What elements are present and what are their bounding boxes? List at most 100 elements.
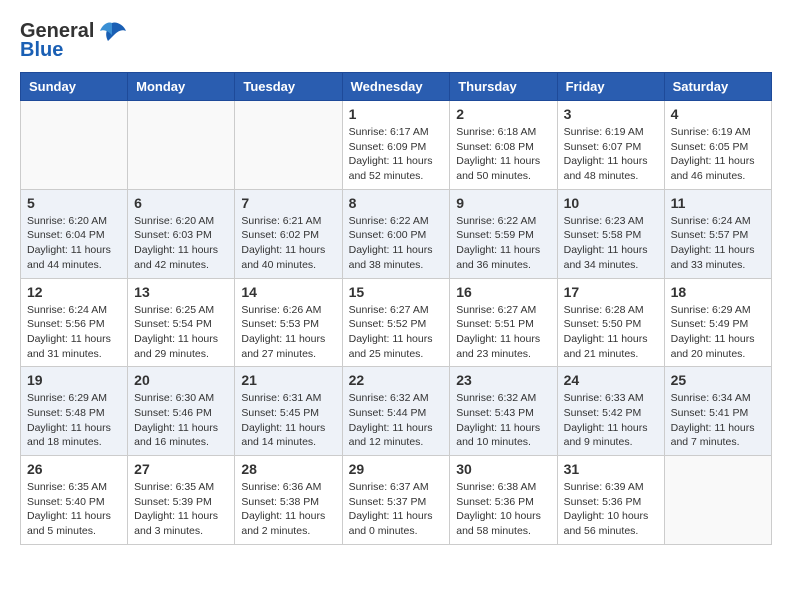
day-number: 5 xyxy=(27,195,121,211)
calendar-day-3: 3Sunrise: 6:19 AM Sunset: 6:07 PM Daylig… xyxy=(557,101,664,190)
day-number: 24 xyxy=(564,372,658,388)
day-info: Sunrise: 6:20 AM Sunset: 6:03 PM Dayligh… xyxy=(134,214,228,273)
calendar-empty-cell xyxy=(128,101,235,190)
day-number: 10 xyxy=(564,195,658,211)
day-info: Sunrise: 6:22 AM Sunset: 5:59 PM Dayligh… xyxy=(456,214,550,273)
calendar-day-11: 11 Sunrise: 6:24 AM Sunset: 5:57 PM Dayli… xyxy=(664,189,771,278)
day-info: Sunrise: 6:20 AM Sunset: 6:04 PM Dayligh… xyxy=(27,214,121,273)
calendar-empty-cell xyxy=(21,101,128,190)
day-of-week-thursday: Thursday xyxy=(450,73,557,101)
calendar-day-30: 30Sunrise: 6:38 AM Sunset: 5:36 PM Dayli… xyxy=(450,456,557,545)
day-info: Sunrise: 6:24 AM Sunset: 5:57 PM Dayligh… xyxy=(671,214,765,273)
day-info: Sunrise: 6:34 AM Sunset: 5:41 PM Dayligh… xyxy=(671,391,765,450)
day-info: Sunrise: 6:19 AM Sunset: 6:07 PM Dayligh… xyxy=(564,125,658,184)
day-info: Sunrise: 6:27 AM Sunset: 5:51 PM Dayligh… xyxy=(456,303,550,362)
calendar-day-8: 8 Sunrise: 6:22 AM Sunset: 6:00 PM Daylig… xyxy=(342,189,450,278)
calendar-day-27: 27 Sunrise: 6:35 AM Sunset: 5:39 PM Dayli… xyxy=(128,456,235,545)
calendar-day-15: 15 Sunrise: 6:27 AM Sunset: 5:52 PM Dayli… xyxy=(342,278,450,367)
day-number: 21 xyxy=(241,372,335,388)
calendar-day-2: 2Sunrise: 6:18 AM Sunset: 6:08 PM Daylig… xyxy=(450,101,557,190)
calendar-day-28: 28Sunrise: 6:36 AM Sunset: 5:38 PM Dayli… xyxy=(235,456,342,545)
day-info: Sunrise: 6:22 AM Sunset: 6:00 PM Dayligh… xyxy=(349,214,444,273)
day-number: 6 xyxy=(134,195,228,211)
day-number: 18 xyxy=(671,284,765,300)
day-of-week-monday: Monday xyxy=(128,73,235,101)
day-info: Sunrise: 6:28 AM Sunset: 5:50 PM Dayligh… xyxy=(564,303,658,362)
day-number: 8 xyxy=(349,195,444,211)
day-info: Sunrise: 6:31 AM Sunset: 5:45 PM Dayligh… xyxy=(241,391,335,450)
day-info: Sunrise: 6:29 AM Sunset: 5:48 PM Dayligh… xyxy=(27,391,121,450)
calendar-day-7: 7 Sunrise: 6:21 AM Sunset: 6:02 PM Daylig… xyxy=(235,189,342,278)
calendar-empty-cell xyxy=(235,101,342,190)
day-number: 9 xyxy=(456,195,550,211)
day-number: 30 xyxy=(456,461,550,477)
day-info: Sunrise: 6:33 AM Sunset: 5:42 PM Dayligh… xyxy=(564,391,658,450)
day-of-week-saturday: Saturday xyxy=(664,73,771,101)
calendar-week-row: 12 Sunrise: 6:24 AM Sunset: 5:56 PM Dayli… xyxy=(21,278,772,367)
calendar-day-13: 13 Sunrise: 6:25 AM Sunset: 5:54 PM Dayli… xyxy=(128,278,235,367)
calendar-empty-cell xyxy=(664,456,771,545)
day-info: Sunrise: 6:25 AM Sunset: 5:54 PM Dayligh… xyxy=(134,303,228,362)
day-info: Sunrise: 6:39 AM Sunset: 5:36 PM Dayligh… xyxy=(564,480,658,539)
calendar-header-row: SundayMondayTuesdayWednesdayThursdayFrid… xyxy=(21,73,772,101)
calendar-day-14: 14 Sunrise: 6:26 AM Sunset: 5:53 PM Dayli… xyxy=(235,278,342,367)
day-number: 16 xyxy=(456,284,550,300)
day-number: 4 xyxy=(671,106,765,122)
page-header: General Blue xyxy=(20,20,772,62)
day-number: 31 xyxy=(564,461,658,477)
logo: General Blue xyxy=(20,20,126,62)
calendar-week-row: 1 Sunrise: 6:17 AM Sunset: 6:09 PM Daylig… xyxy=(21,101,772,190)
day-number: 17 xyxy=(564,284,658,300)
day-number: 1 xyxy=(349,106,444,122)
calendar-day-17: 17 Sunrise: 6:28 AM Sunset: 5:50 PM Dayli… xyxy=(557,278,664,367)
calendar-table: SundayMondayTuesdayWednesdayThursdayFrid… xyxy=(20,72,772,545)
calendar-week-row: 19 Sunrise: 6:29 AM Sunset: 5:48 PM Dayli… xyxy=(21,367,772,456)
day-number: 7 xyxy=(241,195,335,211)
day-info: Sunrise: 6:17 AM Sunset: 6:09 PM Dayligh… xyxy=(349,125,444,184)
logo-blue-text: Blue xyxy=(20,39,63,62)
day-info: Sunrise: 6:29 AM Sunset: 5:49 PM Dayligh… xyxy=(671,303,765,362)
day-number: 25 xyxy=(671,372,765,388)
day-info: Sunrise: 6:30 AM Sunset: 5:46 PM Dayligh… xyxy=(134,391,228,450)
day-number: 15 xyxy=(349,284,444,300)
day-number: 29 xyxy=(349,461,444,477)
day-info: Sunrise: 6:26 AM Sunset: 5:53 PM Dayligh… xyxy=(241,303,335,362)
calendar-day-26: 26Sunrise: 6:35 AM Sunset: 5:40 PM Dayli… xyxy=(21,456,128,545)
day-number: 14 xyxy=(241,284,335,300)
day-info: Sunrise: 6:36 AM Sunset: 5:38 PM Dayligh… xyxy=(241,480,335,539)
calendar-day-21: 21 Sunrise: 6:31 AM Sunset: 5:45 PM Dayli… xyxy=(235,367,342,456)
day-number: 11 xyxy=(671,195,765,211)
day-info: Sunrise: 6:35 AM Sunset: 5:39 PM Dayligh… xyxy=(134,480,228,539)
calendar-day-12: 12 Sunrise: 6:24 AM Sunset: 5:56 PM Dayli… xyxy=(21,278,128,367)
calendar-day-9: 9 Sunrise: 6:22 AM Sunset: 5:59 PM Daylig… xyxy=(450,189,557,278)
day-info: Sunrise: 6:32 AM Sunset: 5:44 PM Dayligh… xyxy=(349,391,444,450)
day-number: 19 xyxy=(27,372,121,388)
calendar-day-1: 1 Sunrise: 6:17 AM Sunset: 6:09 PM Daylig… xyxy=(342,101,450,190)
calendar-week-row: 5 Sunrise: 6:20 AM Sunset: 6:04 PM Daylig… xyxy=(21,189,772,278)
day-number: 22 xyxy=(349,372,444,388)
day-of-week-tuesday: Tuesday xyxy=(235,73,342,101)
day-number: 2 xyxy=(456,106,550,122)
calendar-day-4: 4Sunrise: 6:19 AM Sunset: 6:05 PM Daylig… xyxy=(664,101,771,190)
calendar-day-29: 29 Sunrise: 6:37 AM Sunset: 5:37 PM Dayli… xyxy=(342,456,450,545)
day-info: Sunrise: 6:37 AM Sunset: 5:37 PM Dayligh… xyxy=(349,480,444,539)
calendar-day-22: 22 Sunrise: 6:32 AM Sunset: 5:44 PM Dayli… xyxy=(342,367,450,456)
calendar-day-24: 24 Sunrise: 6:33 AM Sunset: 5:42 PM Dayli… xyxy=(557,367,664,456)
day-info: Sunrise: 6:24 AM Sunset: 5:56 PM Dayligh… xyxy=(27,303,121,362)
day-number: 13 xyxy=(134,284,228,300)
day-info: Sunrise: 6:21 AM Sunset: 6:02 PM Dayligh… xyxy=(241,214,335,273)
day-number: 20 xyxy=(134,372,228,388)
day-info: Sunrise: 6:27 AM Sunset: 5:52 PM Dayligh… xyxy=(349,303,444,362)
day-number: 27 xyxy=(134,461,228,477)
day-number: 12 xyxy=(27,284,121,300)
calendar-day-19: 19 Sunrise: 6:29 AM Sunset: 5:48 PM Dayli… xyxy=(21,367,128,456)
calendar-day-16: 16 Sunrise: 6:27 AM Sunset: 5:51 PM Dayli… xyxy=(450,278,557,367)
calendar-day-31: 31 Sunrise: 6:39 AM Sunset: 5:36 PM Dayli… xyxy=(557,456,664,545)
day-number: 23 xyxy=(456,372,550,388)
day-of-week-sunday: Sunday xyxy=(21,73,128,101)
calendar-day-25: 25 Sunrise: 6:34 AM Sunset: 5:41 PM Dayli… xyxy=(664,367,771,456)
day-of-week-friday: Friday xyxy=(557,73,664,101)
calendar-week-row: 26Sunrise: 6:35 AM Sunset: 5:40 PM Dayli… xyxy=(21,456,772,545)
day-number: 26 xyxy=(27,461,121,477)
calendar-day-23: 23Sunrise: 6:32 AM Sunset: 5:43 PM Dayli… xyxy=(450,367,557,456)
